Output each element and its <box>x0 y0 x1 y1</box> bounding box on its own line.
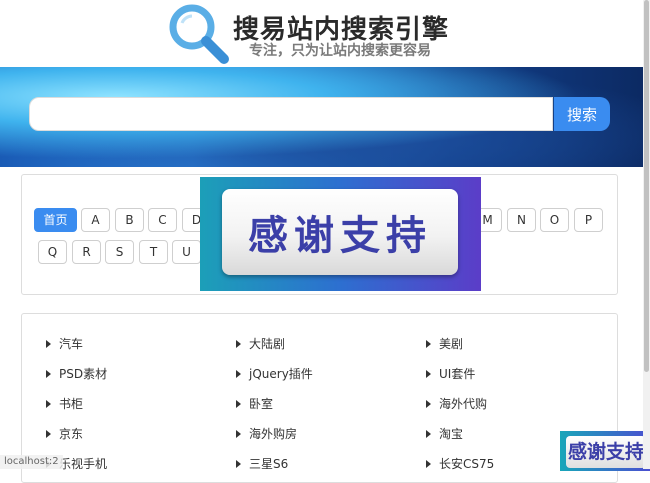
list-item[interactable]: 书柜 <box>46 395 83 412</box>
thanks-promo-small[interactable]: 感谢支持 <box>560 431 650 471</box>
promo-small-text: 感谢支持 <box>566 436 646 468</box>
list-item[interactable]: 海外购房 <box>236 425 297 442</box>
list-item[interactable]: 淘宝 <box>426 425 463 442</box>
letter-o[interactable]: O <box>540 208 569 232</box>
letter-c[interactable]: C <box>148 208 177 232</box>
list-item[interactable]: 京东 <box>46 425 83 442</box>
list-item[interactable]: PSD素材 <box>46 365 107 382</box>
list-item[interactable]: 美剧 <box>426 335 463 352</box>
letter-t[interactable]: T <box>139 240 168 264</box>
promo-text: 感谢支持 <box>248 213 432 259</box>
list-item[interactable]: 长安CS75 <box>426 455 494 472</box>
letter-n[interactable]: N <box>507 208 536 232</box>
letter-r[interactable]: R <box>72 240 101 264</box>
letter-p[interactable]: P <box>574 208 603 232</box>
list-item[interactable]: UI套件 <box>426 365 475 382</box>
letter-b[interactable]: B <box>115 208 144 232</box>
site-logo[interactable]: 搜易站内搜索引擎 专注，只为让站内搜索更容易 <box>166 3 476 64</box>
list-item[interactable]: 卧室 <box>236 395 273 412</box>
search-banner: 搜索 <box>0 67 643 167</box>
category-list-panel: 汽车 大陆剧 美剧 PSD素材 jQuery插件 UI套件 书柜 卧室 海外代购… <box>21 313 618 483</box>
status-bar-url: localhost:2 <box>0 455 63 469</box>
list-item[interactable]: 大陆剧 <box>236 335 285 352</box>
page-scrollbar[interactable] <box>643 0 650 469</box>
letter-q[interactable]: Q <box>38 240 67 264</box>
search-button[interactable]: 搜索 <box>554 97 610 131</box>
scrollbar-thumb[interactable] <box>644 0 649 372</box>
magnifier-icon <box>169 4 229 64</box>
home-tab[interactable]: 首页 <box>34 208 77 232</box>
letter-a[interactable]: A <box>81 208 110 232</box>
list-item[interactable]: 三星S6 <box>236 455 288 472</box>
promo-card: 感谢支持 <box>222 189 458 275</box>
letter-u[interactable]: U <box>172 240 201 264</box>
list-item[interactable]: 汽车 <box>46 335 83 352</box>
list-item[interactable]: 海外代购 <box>426 395 487 412</box>
site-slogan: 专注，只为让站内搜索更容易 <box>249 43 431 59</box>
thanks-promo-image[interactable]: 感谢支持 <box>200 177 481 291</box>
list-item[interactable]: jQuery插件 <box>236 365 313 382</box>
search-input[interactable] <box>29 97 553 131</box>
letter-s[interactable]: S <box>105 240 134 264</box>
